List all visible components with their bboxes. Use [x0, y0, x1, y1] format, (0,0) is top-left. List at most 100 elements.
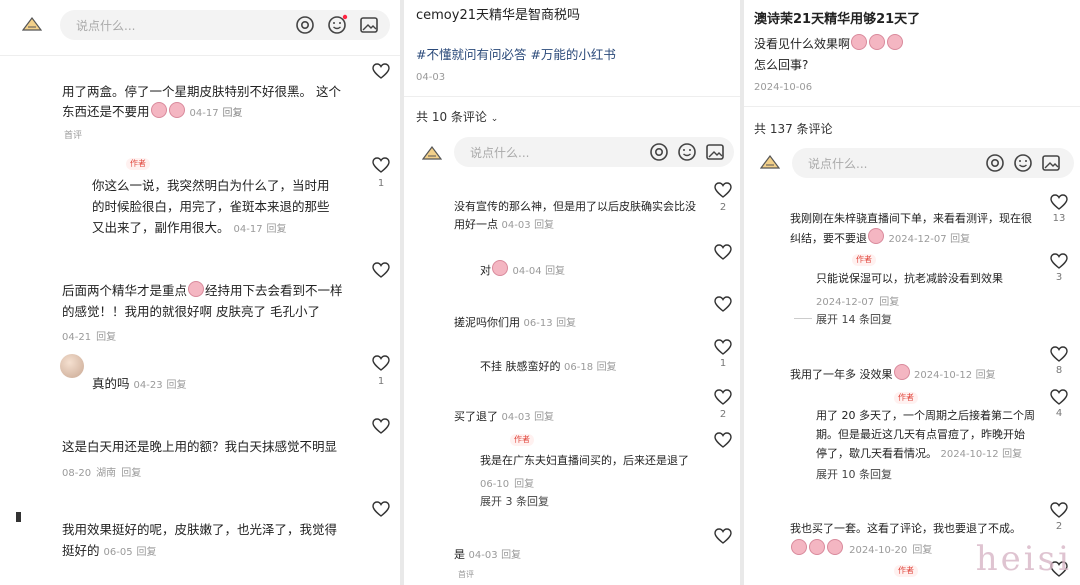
- reply-link[interactable]: 回复: [597, 362, 617, 373]
- reply-text: 不挂 肤感蛮好的 06-18 回复: [480, 360, 617, 373]
- crying-emoji-icon: [168, 102, 185, 118]
- like-count: 2: [719, 202, 727, 213]
- comment-input[interactable]: 说点什么...: [792, 148, 1074, 178]
- reply-link[interactable]: 回复: [912, 545, 932, 556]
- expand-replies-link[interactable]: 展开 3 条回复: [480, 493, 549, 509]
- image-icon[interactable]: [358, 14, 380, 36]
- author-tag: 作者: [894, 565, 918, 577]
- reply-link[interactable]: 回复: [1002, 449, 1022, 460]
- reply-link[interactable]: 回复: [950, 234, 970, 245]
- screenshot-panel-1: 说点什么... 用了两盒。停了一个星期皮肤特别不好很黑。 这个 东西还是不要用 …: [0, 0, 400, 585]
- emoji-icon[interactable]: [676, 141, 698, 163]
- like-count: 4: [1055, 408, 1063, 419]
- like-heart-icon[interactable]: [714, 528, 732, 544]
- pig-emoji-icon: [827, 539, 843, 555]
- avatar[interactable]: [60, 354, 84, 378]
- expand-replies-link[interactable]: 展开 14 条回复: [816, 311, 892, 327]
- author-tag: 作者: [126, 158, 150, 170]
- app-logo-icon: [422, 146, 442, 160]
- expand-replies-link[interactable]: 展开 10 条回复: [816, 466, 892, 482]
- post-hashtags[interactable]: #不懂就问有问必答 #万能的小红书: [416, 44, 616, 63]
- reply-text-line3: 停了，歇几天看看情况。 2024-10-12 回复: [816, 447, 1023, 460]
- like-heart-icon[interactable]: [714, 339, 732, 355]
- comment-input[interactable]: 说点什么...: [454, 137, 734, 167]
- post-date: 2024-10-06: [754, 82, 813, 93]
- reply-text-line3: 又出来了，副作用很大。 04-17 回复: [92, 220, 287, 235]
- comment-date: 04-21: [62, 332, 92, 343]
- screenshot-panel-3: 澳诗茉21天精华用够21天了 没看见什么效果啊 怎么回事? 2024-10-06…: [744, 0, 1080, 585]
- comment-count[interactable]: 共 137 条评论: [754, 120, 833, 137]
- like-heart-icon[interactable]: [714, 182, 732, 198]
- pig-emoji-icon: [893, 364, 910, 380]
- like-count: 8: [1055, 365, 1063, 376]
- post-title: cemoy21天精华是智商税吗: [416, 8, 580, 23]
- emoji-icon[interactable]: [1012, 152, 1034, 174]
- like-count: 2: [719, 409, 727, 420]
- image-icon[interactable]: [1040, 152, 1062, 174]
- like-heart-icon[interactable]: [1050, 502, 1068, 518]
- pig-emoji-icon: [809, 539, 825, 555]
- comment-date: 04-23: [133, 380, 163, 391]
- reply-link[interactable]: 回复: [501, 550, 521, 561]
- pig-emoji-icon: [887, 34, 904, 50]
- reply-link[interactable]: 回复: [534, 412, 554, 423]
- reply-text: 用了 20 多天了，一个周期之后接着第二个周: [816, 409, 1035, 422]
- comment-text-line2: 东西还是不要用 04-17 回复: [62, 102, 243, 119]
- like-heart-icon[interactable]: [1050, 389, 1068, 405]
- reply-link[interactable]: 回复: [976, 370, 996, 381]
- mention-icon[interactable]: [294, 14, 316, 36]
- mention-icon[interactable]: [648, 141, 670, 163]
- reply-link[interactable]: 回复: [545, 266, 565, 277]
- comment-text: 搓泥吗你们用 06-13 回复: [454, 316, 577, 329]
- like-heart-icon[interactable]: [1050, 194, 1068, 210]
- like-heart-icon[interactable]: [714, 296, 732, 312]
- reply-link[interactable]: 回复: [514, 479, 534, 490]
- like-heart-icon[interactable]: [372, 262, 390, 278]
- like-heart-icon[interactable]: [372, 355, 390, 371]
- avatar-fragment: [16, 512, 21, 522]
- like-heart-icon[interactable]: [1050, 346, 1068, 362]
- crying-emoji-icon: [150, 102, 167, 118]
- like-heart-icon[interactable]: [1050, 253, 1068, 269]
- image-icon[interactable]: [704, 141, 726, 163]
- reply-text: 真的吗 04-23 回复: [92, 376, 187, 391]
- comment-text: 我用效果挺好的呢，皮肤嫩了，也光泽了，我觉得: [62, 522, 338, 537]
- like-heart-icon[interactable]: [714, 244, 732, 260]
- reply-link[interactable]: 回复: [534, 220, 554, 231]
- comment-date: 04-03: [501, 220, 531, 231]
- comment-count[interactable]: 共 10 条评论 ⌄: [416, 108, 498, 125]
- comment-date: 06-18: [564, 362, 594, 373]
- comment-date: 08-20: [62, 468, 92, 479]
- author-tag: 作者: [894, 392, 918, 404]
- comment-date: 06-10: [480, 479, 510, 490]
- reply-link[interactable]: 回复: [879, 297, 899, 308]
- emoji-icon[interactable]: [326, 14, 348, 36]
- reply-text: 只能说保湿可以，抗老减龄没看到效果: [816, 272, 1003, 285]
- reply-link[interactable]: 回复: [137, 547, 157, 558]
- reply-link[interactable]: 回复: [223, 108, 243, 119]
- reply-link[interactable]: 回复: [121, 468, 141, 479]
- like-heart-icon[interactable]: [372, 501, 390, 517]
- post-body-line1: 没看见什么效果啊: [754, 34, 904, 52]
- like-count: 13: [1052, 213, 1066, 224]
- reply-link[interactable]: 回复: [267, 224, 287, 235]
- comment-date: 2024-10-12: [940, 449, 999, 460]
- like-heart-icon[interactable]: [372, 63, 390, 79]
- like-heart-icon[interactable]: [714, 389, 732, 405]
- like-heart-icon[interactable]: [372, 157, 390, 173]
- comment-date: 2024-12-07: [888, 234, 947, 245]
- like-heart-icon[interactable]: [372, 418, 390, 434]
- comment-text: 这是白天用还是晚上用的额？我白天抹感觉不明显: [62, 439, 338, 454]
- reply-link[interactable]: 回复: [167, 380, 187, 391]
- reply-link[interactable]: 回复: [556, 318, 576, 329]
- mention-icon[interactable]: [984, 152, 1006, 174]
- reply-link[interactable]: 回复: [96, 332, 116, 343]
- app-logo-icon: [760, 155, 780, 169]
- comment-meta: 2024-10-20 回复: [790, 538, 932, 557]
- comment-input[interactable]: 说点什么...: [60, 10, 390, 40]
- comment-text-line2: 纠结，要不要退 2024-12-07 回复: [790, 228, 970, 249]
- comment-date: 04-03: [501, 412, 531, 423]
- like-count: 1: [377, 178, 385, 189]
- comment-date: 2024-10-12: [914, 370, 973, 381]
- like-heart-icon[interactable]: [714, 432, 732, 448]
